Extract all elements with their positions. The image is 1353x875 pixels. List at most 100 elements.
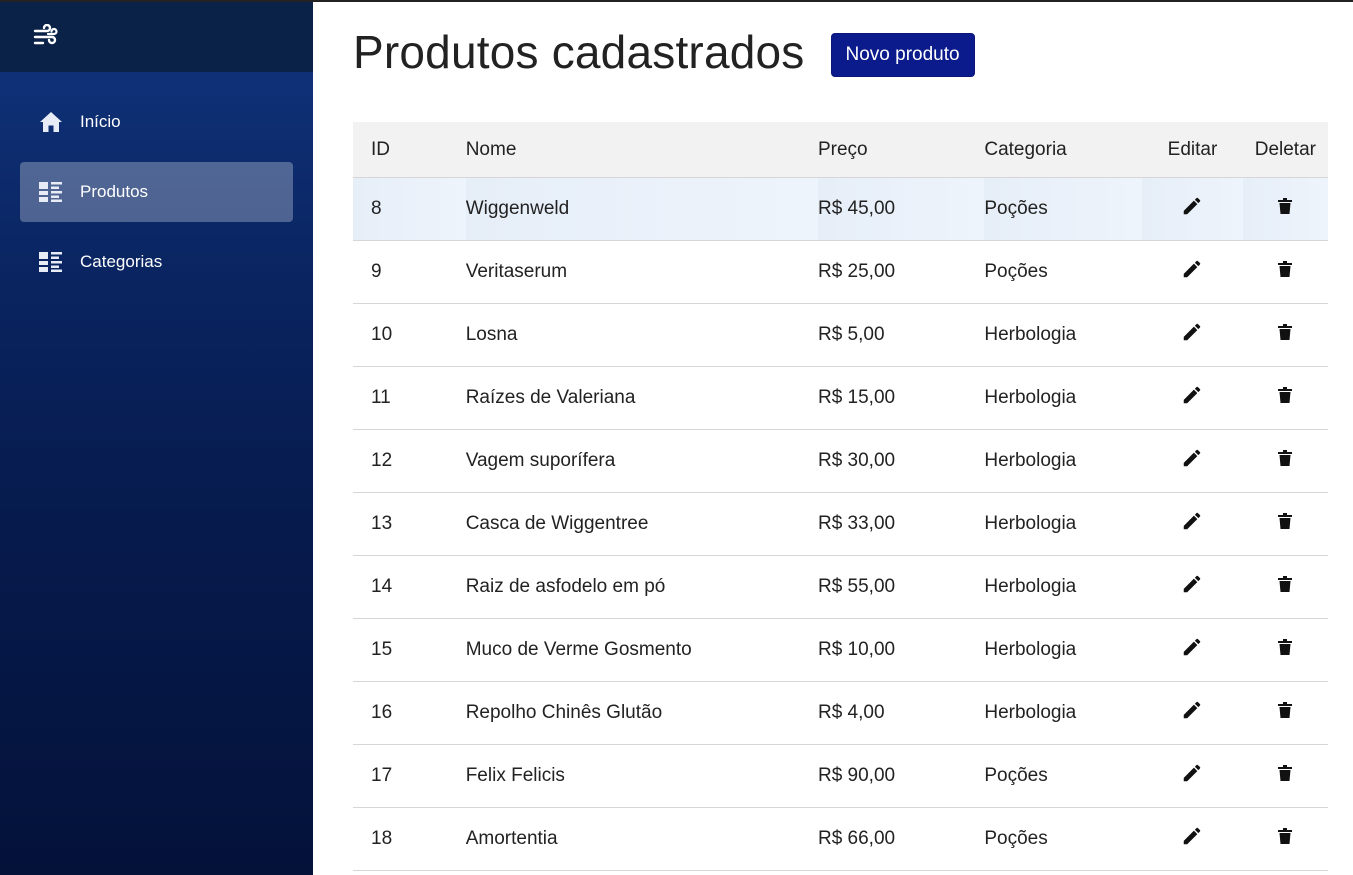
sidebar-item-label: Início: [80, 112, 121, 131]
cell-price: R$ 10,00: [817, 618, 985, 682]
pencil-icon[interactable]: [1181, 825, 1203, 847]
trash-icon[interactable]: [1278, 387, 1293, 403]
cell-price: R$ 66,00: [817, 807, 985, 871]
cell-category: Herbologia: [984, 555, 1143, 619]
cell-delete: [1242, 807, 1328, 871]
trash-icon[interactable]: [1278, 513, 1293, 529]
pencil-icon[interactable]: [1181, 762, 1203, 784]
cell-id: 10: [353, 303, 466, 367]
cell-id: 11: [353, 366, 466, 430]
trash-icon[interactable]: [1278, 702, 1293, 718]
list-icon: [39, 250, 63, 274]
column-header-name[interactable]: Nome: [465, 122, 818, 178]
column-header-id[interactable]: ID: [353, 122, 466, 178]
cell-edit: [1142, 177, 1243, 241]
cell-price: R$ 90,00: [817, 744, 985, 808]
pencil-icon[interactable]: [1181, 384, 1203, 406]
sidebar: Início Produtos Categorias: [0, 2, 313, 875]
cell-price: R$ 55,00: [817, 555, 985, 619]
cell-name: Muco de Verme Gosmento: [465, 618, 818, 682]
pencil-icon[interactable]: [1181, 510, 1203, 532]
cell-edit: [1142, 429, 1243, 493]
cell-price: R$ 15,00: [817, 366, 985, 430]
column-header-delete: Deletar: [1242, 122, 1328, 178]
table-row[interactable]: 15 Muco de Verme Gosmento R$ 10,00 Herbolog…: [353, 618, 1328, 682]
cell-name: Raiz de asfodelo em pó: [465, 555, 818, 619]
cell-category: Herbologia: [984, 492, 1143, 556]
trash-icon[interactable]: [1278, 765, 1293, 781]
cell-edit: [1142, 303, 1243, 367]
table-row[interactable]: 8 Wiggenweld R$ 45,00 Poções: [353, 177, 1328, 241]
trash-icon[interactable]: [1278, 261, 1293, 277]
cell-name: Amortentia: [465, 807, 818, 871]
cell-name: Vagem suporífera: [465, 429, 818, 493]
cell-edit: [1142, 240, 1243, 304]
trash-icon[interactable]: [1278, 639, 1293, 655]
cell-category: Herbologia: [984, 681, 1143, 745]
cell-delete: [1242, 177, 1328, 241]
sidebar-item-inicio[interactable]: Início: [20, 92, 293, 152]
cell-category: Poções: [984, 240, 1143, 304]
products-table: ID Nome Preço Categoria Editar Deletar 8…: [353, 122, 1328, 871]
cell-edit: [1142, 492, 1243, 556]
pencil-icon[interactable]: [1181, 447, 1203, 469]
cell-id: 12: [353, 429, 466, 493]
sidebar-item-categorias[interactable]: Categorias: [20, 232, 293, 292]
cell-category: Herbologia: [984, 618, 1143, 682]
cell-id: 16: [353, 681, 466, 745]
pencil-icon[interactable]: [1181, 699, 1203, 721]
pencil-icon[interactable]: [1181, 573, 1203, 595]
wind-logo-icon[interactable]: [33, 24, 59, 50]
column-header-category[interactable]: Categoria: [984, 122, 1143, 178]
cell-id: 8: [353, 177, 466, 241]
cell-id: 13: [353, 492, 466, 556]
trash-icon[interactable]: [1278, 324, 1293, 340]
cell-name: Raízes de Valeriana: [465, 366, 818, 430]
cell-category: Poções: [984, 807, 1143, 871]
home-icon: [39, 110, 63, 134]
pencil-icon[interactable]: [1181, 321, 1203, 343]
sidebar-item-produtos[interactable]: Produtos: [20, 162, 293, 222]
cell-delete: [1242, 555, 1328, 619]
table-row[interactable]: 16 Repolho Chinês Glutão R$ 4,00 Herbologia: [353, 681, 1328, 745]
table-row[interactable]: 9 Veritaserum R$ 25,00 Poções: [353, 240, 1328, 304]
cell-delete: [1242, 303, 1328, 367]
cell-id: 18: [353, 807, 466, 871]
cell-price: R$ 33,00: [817, 492, 985, 556]
table-row[interactable]: 14 Raiz de asfodelo em pó R$ 55,00 Herbolog…: [353, 555, 1328, 619]
trash-icon[interactable]: [1278, 576, 1293, 592]
cell-price: R$ 4,00: [817, 681, 985, 745]
new-product-button[interactable]: Novo produto: [830, 33, 975, 77]
table-row[interactable]: 18 Amortentia R$ 66,00 Poções: [353, 807, 1328, 871]
cell-category: Herbologia: [984, 366, 1143, 430]
column-header-price[interactable]: Preço: [817, 122, 985, 178]
cell-name: Losna: [465, 303, 818, 367]
trash-icon[interactable]: [1278, 828, 1293, 844]
cell-name: Veritaserum: [465, 240, 818, 304]
table-row[interactable]: 13 Casca de Wiggentree R$ 33,00 Herbologia: [353, 492, 1328, 556]
cell-price: R$ 25,00: [817, 240, 985, 304]
table-row[interactable]: 11 Raízes de Valeriana R$ 15,00 Herbologia: [353, 366, 1328, 430]
cell-delete: [1242, 681, 1328, 745]
table-row[interactable]: 12 Vagem suporífera R$ 30,00 Herbologia: [353, 429, 1328, 493]
trash-icon[interactable]: [1278, 198, 1293, 214]
cell-name: Casca de Wiggentree: [465, 492, 818, 556]
cell-delete: [1242, 366, 1328, 430]
pencil-icon[interactable]: [1181, 195, 1203, 217]
cell-edit: [1142, 807, 1243, 871]
table-row[interactable]: 10 Losna R$ 5,00 Herbologia: [353, 303, 1328, 367]
cell-name: Wiggenweld: [465, 177, 818, 241]
pencil-icon[interactable]: [1181, 636, 1203, 658]
table-body: 8 Wiggenweld R$ 45,00 Poções 9 Veritaserum R$ …: [353, 177, 1328, 871]
page-title: Produtos cadastrados: [353, 26, 805, 78]
cell-price: R$ 45,00: [817, 177, 985, 241]
column-header-edit: Editar: [1142, 122, 1243, 178]
trash-icon[interactable]: [1278, 450, 1293, 466]
cell-id: 17: [353, 744, 466, 808]
cell-price: R$ 5,00: [817, 303, 985, 367]
table-header-row: ID Nome Preço Categoria Editar Deletar: [353, 122, 1328, 178]
cell-price: R$ 30,00: [817, 429, 985, 493]
cell-delete: [1242, 492, 1328, 556]
pencil-icon[interactable]: [1181, 258, 1203, 280]
table-row[interactable]: 17 Felix Felicis R$ 90,00 Poções: [353, 744, 1328, 808]
